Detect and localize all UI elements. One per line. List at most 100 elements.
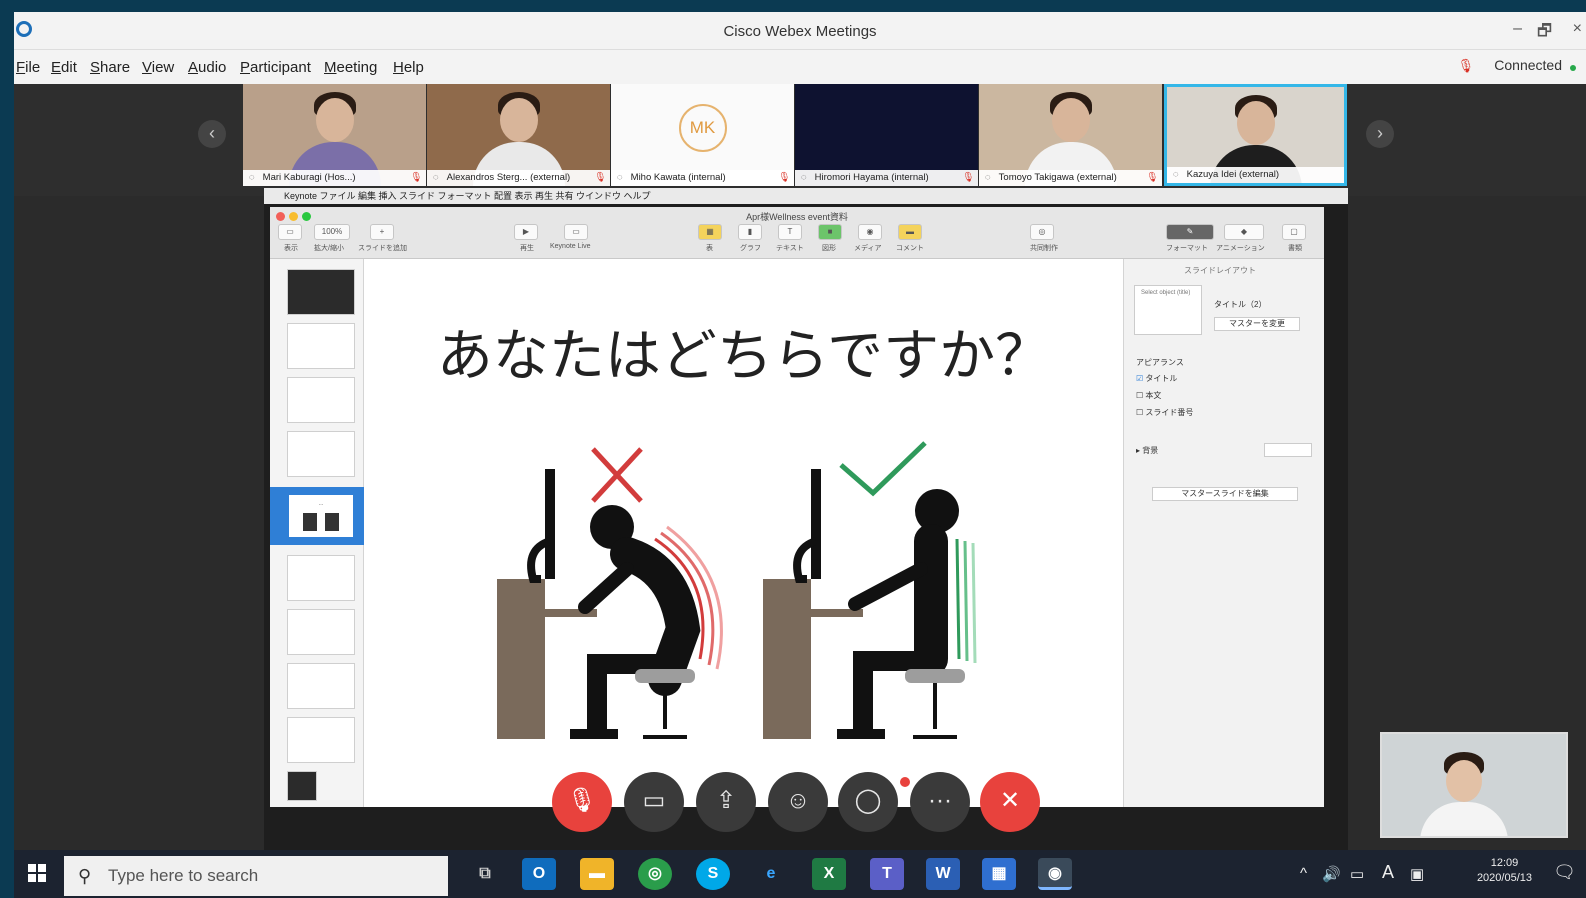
- chat-button[interactable]: ◯: [838, 772, 898, 832]
- media-label: メディア: [854, 245, 882, 252]
- good-posture-figure: [763, 469, 977, 739]
- zoom-select: 100%: [314, 224, 350, 240]
- file-explorer-icon[interactable]: ▬: [580, 858, 614, 890]
- share-button[interactable]: ⇪: [696, 772, 756, 832]
- slide-title: あなたはどちらですか？: [436, 324, 1052, 389]
- menu-participant[interactable]: Participant: [240, 59, 311, 76]
- text-icon: T: [778, 224, 802, 240]
- skype-icon[interactable]: S: [696, 858, 730, 890]
- menu-file[interactable]: File: [16, 59, 40, 76]
- cross-mark-icon: [591, 447, 643, 503]
- windows-taskbar: ⚲ Type here to search ⧉ O ▬ ◎ S e X T W …: [14, 850, 1586, 898]
- change-master-button: マスターを変更: [1214, 317, 1300, 331]
- shape-label: 図形: [822, 245, 836, 252]
- inspector-header: スライドレイアウト: [1184, 266, 1256, 275]
- slide-thumbnail-selected: …: [287, 493, 355, 539]
- chrome-icon[interactable]: ◎: [638, 858, 672, 890]
- media-icon: ◉: [858, 224, 882, 240]
- teams-icon[interactable]: T: [870, 858, 904, 890]
- layout-preview-label: Select object (title): [1141, 290, 1191, 296]
- collaborate-icon: ◎: [1030, 224, 1054, 240]
- network-icon[interactable]: ▭: [1350, 865, 1364, 883]
- participant-name: Alexandros Sterg... (external): [446, 172, 571, 183]
- document-label: 書類: [1288, 245, 1302, 252]
- table-icon: ▦: [698, 224, 722, 240]
- excel-icon[interactable]: X: [812, 858, 846, 890]
- check-mark-icon: [839, 441, 927, 497]
- calendar-icon[interactable]: ▦: [982, 858, 1016, 890]
- slide-thumbnail: [287, 663, 355, 709]
- view-label: 表示: [284, 245, 298, 252]
- menu-view[interactable]: View: [142, 59, 174, 76]
- participant-name: Hiromori Hayama (internal): [814, 172, 929, 183]
- menu-meeting[interactable]: Meeting: [324, 59, 377, 76]
- connection-status: Connected: [1494, 57, 1562, 73]
- slide-thumbnail: [287, 609, 355, 655]
- menu-audio[interactable]: Audio: [188, 59, 226, 76]
- more-options-button[interactable]: ···: [910, 772, 970, 832]
- slide-canvas: あなたはどちらですか？: [365, 259, 1123, 807]
- word-icon[interactable]: W: [926, 858, 960, 890]
- outlook-icon[interactable]: O: [522, 858, 556, 890]
- menu-bar: File Edit Share View Audio Participant M…: [14, 50, 1586, 84]
- volume-icon[interactable]: 🔊: [1322, 865, 1341, 883]
- close-window-button[interactable]: ×: [1573, 20, 1582, 38]
- webex-taskbar-icon[interactable]: ◉: [1038, 858, 1072, 890]
- mic-off-icon: 🎙: [566, 787, 598, 814]
- connection-dot-icon: [1570, 65, 1576, 71]
- menu-share[interactable]: Share: [90, 59, 130, 76]
- taskbar-clock[interactable]: 12:09 2020/05/13: [1477, 856, 1532, 886]
- participants-button[interactable]: ☺: [768, 772, 828, 832]
- notifications-icon[interactable]: 🗨: [1553, 862, 1576, 883]
- menu-help[interactable]: Help: [393, 59, 424, 76]
- play-label: 再生: [520, 245, 534, 252]
- keynote-live-icon: ▭: [564, 224, 588, 240]
- participant-strip: ‹ ◌ Mari Kaburagi (Hos...) 🎙 ◌ Alexandros S…: [14, 84, 1586, 196]
- muted-mic-icon: 🎙: [409, 172, 422, 183]
- task-view-icon[interactable]: ⧉: [468, 858, 502, 890]
- keynote-live-label: Keynote Live: [550, 243, 591, 250]
- video-button[interactable]: ▭: [624, 772, 684, 832]
- chat-notification-dot: [900, 777, 910, 787]
- slide-navigator: …: [270, 259, 364, 807]
- menu-edit[interactable]: Edit: [51, 59, 77, 76]
- muted-mic-icon: 🎙: [961, 172, 974, 183]
- minimize-button[interactable]: –: [1513, 20, 1522, 38]
- slide-thumbnail: [287, 771, 317, 801]
- ime-indicator[interactable]: A: [1382, 862, 1394, 883]
- add-slide-icon: +: [370, 224, 394, 240]
- mute-button[interactable]: 🎙: [552, 772, 612, 832]
- participant-tile[interactable]: MK ◌ Miho Kawata (internal) 🎙: [611, 84, 794, 186]
- participant-name: Kazuya Idei (external): [1186, 169, 1280, 180]
- title-bar: Cisco Webex Meetings – 🗗 ×: [14, 12, 1586, 50]
- option-body: ☐ 本文: [1136, 391, 1162, 400]
- tray-chevron-icon[interactable]: ^: [1300, 865, 1307, 882]
- taskbar-search-box[interactable]: ⚲ Type here to search: [64, 856, 448, 896]
- slide-thumbnail: [287, 431, 355, 477]
- video-off-icon: ▭: [642, 787, 666, 814]
- option-title: ☑ タイトル: [1136, 374, 1178, 383]
- table-label: 表: [706, 245, 713, 252]
- participant-tile-active-speaker[interactable]: ◌ Kazuya Idei (external): [1164, 84, 1347, 186]
- search-icon: ⚲: [78, 866, 92, 886]
- strip-prev-icon[interactable]: ‹: [198, 120, 226, 148]
- background-swatch: [1264, 443, 1312, 457]
- participant-name: Miho Kawata (internal): [630, 172, 726, 183]
- collaborate-label: 共同制作: [1030, 245, 1058, 252]
- restore-button[interactable]: 🗗: [1537, 20, 1552, 47]
- audio-icon: ◌: [801, 172, 807, 183]
- self-view-video[interactable]: [1380, 732, 1568, 838]
- background-heading: ▸ 背景: [1136, 446, 1159, 455]
- participant-tile[interactable]: ◌ Alexandros Sterg... (external) 🎙: [427, 84, 610, 186]
- keynote-toolbar: Apr様Wellness event資料 ▭ 表示 100% 拡大/縮小 + ス…: [270, 207, 1324, 259]
- end-meeting-button[interactable]: ✕: [980, 772, 1040, 832]
- internet-explorer-icon[interactable]: e: [754, 858, 788, 890]
- windows-start-icon[interactable]: [28, 864, 46, 882]
- participant-tile[interactable]: ◌ Hiromori Hayama (internal) 🎙: [795, 84, 978, 186]
- participant-tile[interactable]: ◌ Tomoyo Takigawa (external) 🎙: [979, 84, 1162, 186]
- document-title: Apr様Wellness event資料: [746, 212, 848, 222]
- strip-next-icon[interactable]: ›: [1366, 120, 1394, 148]
- ime-mode-icon[interactable]: ▣: [1410, 865, 1424, 883]
- participant-tile[interactable]: ◌ Mari Kaburagi (Hos...) 🎙: [243, 84, 426, 186]
- shape-icon: ■: [818, 224, 842, 240]
